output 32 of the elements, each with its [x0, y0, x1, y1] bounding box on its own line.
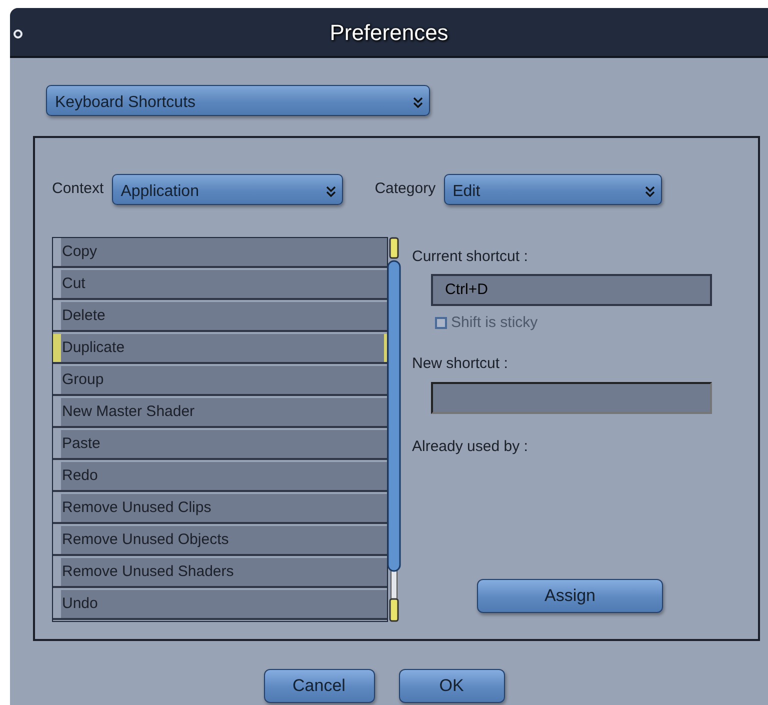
command-item[interactable]: Undo — [53, 590, 387, 620]
shortcut-field[interactable]: Ctrl+D — [431, 274, 712, 306]
command-item[interactable]: Group — [53, 366, 387, 396]
close-icon[interactable] — [13, 29, 23, 39]
command-item[interactable]: New Master Shader — [53, 398, 387, 428]
command-item[interactable]: Duplicate — [53, 334, 387, 364]
command-item[interactable]: Redo — [53, 462, 387, 492]
command-item[interactable]: Copy — [53, 238, 387, 268]
scrollbar[interactable] — [387, 237, 401, 622]
chevron-icon — [326, 186, 336, 197]
field-label: New shortcut : — [412, 354, 509, 374]
command-item[interactable]: Paste — [53, 430, 387, 460]
category-label: Category — [374, 179, 436, 200]
ok-button[interactable]: OK — [398, 669, 504, 703]
category-dropdown[interactable]: Edit — [444, 174, 662, 205]
field-label: Already used by : — [412, 436, 529, 456]
section-dropdown[interactable]: Keyboard Shortcuts — [46, 85, 430, 116]
command-item[interactable]: Cut — [53, 270, 387, 300]
context-dropdown[interactable]: Application — [112, 174, 343, 205]
field-label: Current shortcut : — [412, 247, 529, 267]
command-item[interactable]: Remove Unused Clips — [53, 494, 387, 524]
command-item[interactable]: Delete — [53, 302, 387, 332]
context-label: Context — [52, 179, 104, 200]
window-title: Preferences — [330, 18, 448, 46]
chevron-icon — [413, 97, 423, 108]
command-item[interactable]: Remove Unused Shaders — [53, 558, 387, 588]
command-item[interactable]: Remove Unused Objects — [53, 526, 387, 556]
chevron-icon — [644, 186, 655, 197]
cancel-button[interactable]: Cancel — [264, 669, 374, 703]
assign-button[interactable]: Assign — [477, 579, 663, 613]
shortcut-field[interactable] — [431, 382, 712, 414]
checkbox-label: Shift is sticky — [451, 312, 538, 332]
